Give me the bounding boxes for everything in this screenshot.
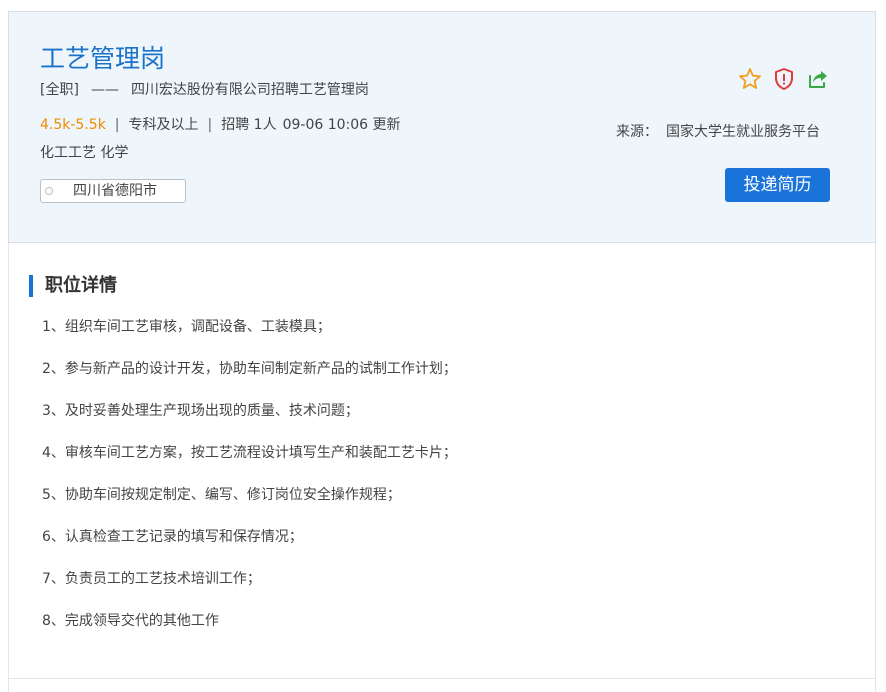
share-icon[interactable] [805,66,831,92]
job-headline: 四川宏达股份有限公司招聘工艺管理岗 [130,82,369,98]
job-type-tag: [全职] [40,82,79,98]
duty-list: 1、组织车间工艺审核，调配设备、工装模具； 2、参与新产品的设计开发，协助车间制… [42,318,457,654]
shield-icon[interactable] [771,66,797,92]
headcount: 招聘 1人 [221,117,277,133]
education-requirement: 专科及以上 [128,117,199,133]
meta-separator: | [114,117,120,133]
apply-resume-button[interactable]: 投递简历 [725,168,830,202]
source-label: 来源： [616,124,658,140]
tag-hole-icon [45,187,53,195]
job-detail-page: 工艺管理岗 [全职] —— 四川宏达股份有限公司招聘工艺管理岗 4.5k-5.5k |… [0,0,886,692]
job-subline: [全职] —— 四川宏达股份有限公司招聘工艺管理岗 [40,81,369,99]
duty-item: 7、负责员工的工艺技术培训工作； [42,571,261,587]
location-text: 四川省德阳市 [73,183,157,199]
duty-item: 4、审核车间工艺方案，按工艺流程设计填写生产和装配工艺卡片； [42,445,457,461]
star-icon[interactable] [737,66,763,92]
salary-range: 4.5k-5.5k [40,117,106,133]
dash-divider: —— [90,82,119,98]
duty-item: 1、组织车间工艺审核，调配设备、工装模具； [42,319,331,335]
source-name: 国家大学生就业服务平台 [666,124,820,140]
update-time: 09-06 10:06 更新 [282,117,401,133]
duty-item: 5、协助车间按规定制定、编写、修订岗位安全操作规程； [42,487,401,503]
source-line: 来源： 国家大学生就业服务平台 [616,123,820,141]
location-tag: 四川省德阳市 [40,179,186,203]
major-tags: 化工工艺 化学 [40,145,129,161]
job-meta-row: 4.5k-5.5k | 专科及以上 | 招聘 1人 09-06 10:06 更新 [40,116,401,134]
job-action-icons [737,66,831,92]
job-detail-section: 职位详情 1、组织车间工艺审核，调配设备、工装模具； 2、参与新产品的设计开发，… [8,243,876,692]
section-heading: 职位详情 [29,275,117,297]
section-divider [8,678,876,679]
duty-item: 6、认真检查工艺记录的填写和保存情况； [42,529,303,545]
job-summary-card: 工艺管理岗 [全职] —— 四川宏达股份有限公司招聘工艺管理岗 4.5k-5.5k |… [8,11,876,243]
duty-item: 8、完成领导交代的其他工作 [42,613,219,629]
duty-item: 2、参与新产品的设计开发，协助车间制定新产品的试制工作计划； [42,361,457,377]
duty-item: 3、及时妥善处理生产现场出现的质量、技术问题； [42,403,359,419]
meta-separator: | [207,117,213,133]
job-title: 工艺管理岗 [40,44,166,73]
